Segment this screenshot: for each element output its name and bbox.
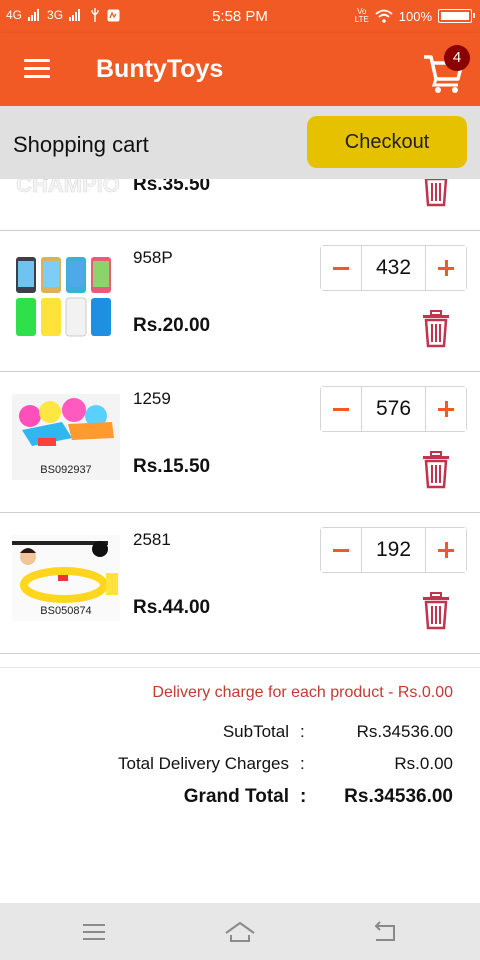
battery-icon — [438, 9, 475, 23]
product-image-label: BS050874 — [40, 605, 92, 617]
wifi-icon — [375, 9, 393, 23]
product-price: Rs.44.00 — [133, 597, 211, 618]
nav-home-button[interactable] — [222, 917, 258, 947]
colon: : — [300, 786, 307, 807]
product-name: 958P — [133, 248, 173, 267]
delete-button[interactable] — [418, 309, 454, 349]
colon: : — [300, 722, 305, 741]
delete-button[interactable] — [418, 179, 454, 208]
app-toolbar: BuntyToys 4 — [0, 33, 480, 106]
cart-button[interactable]: 4 — [418, 45, 474, 101]
quantity-stepper: 192 — [320, 527, 467, 573]
decrease-button[interactable] — [321, 387, 361, 431]
minus-icon — [333, 407, 349, 411]
cart-header: Shopping cart Checkout — [0, 106, 480, 179]
trash-icon — [424, 179, 448, 207]
subtotal-label: SubTotal — [222, 722, 289, 741]
cart-count-badge: 4 — [444, 45, 470, 71]
product-image — [12, 253, 120, 339]
delivery-charges-value: Rs.0.00 — [394, 754, 453, 773]
increase-button[interactable] — [426, 387, 466, 431]
home-icon — [225, 921, 255, 942]
plus-icon — [438, 542, 454, 558]
quantity-stepper: 576 — [320, 386, 467, 432]
nav-menu-button[interactable] — [76, 917, 112, 947]
status-bar: 4G 3G 5:58 PM Vo LTE 100% — [0, 0, 480, 33]
cart-item-list[interactable]: CHAMPIONS Rs.35.50 — [0, 179, 480, 659]
product-price: Rs.35.50 — [133, 179, 211, 195]
delivery-charges-label: Total Delivery Charges — [117, 754, 289, 773]
product-image: CHAMPIONS — [12, 179, 151, 198]
order-summary: Delivery charge for each product - Rs.0.… — [0, 667, 480, 852]
app-title: BuntyToys — [96, 55, 224, 83]
plus-icon — [438, 260, 454, 276]
colon: : — [300, 754, 305, 773]
delete-button[interactable] — [418, 450, 454, 490]
product-name: 1259 — [133, 389, 171, 408]
svg-text:CHAMPIONS: CHAMPIONS — [16, 179, 120, 197]
product-image-label: BS092937 — [40, 464, 92, 476]
product-name: 2581 — [133, 530, 171, 549]
cart-item: 958P Rs.20.00 432 — [0, 231, 480, 372]
grand-total-label: Grand Total — [183, 786, 289, 807]
quantity-value[interactable]: 192 — [361, 528, 426, 572]
grand-total-value: Rs.34536.00 — [344, 786, 453, 807]
product-price: Rs.20.00 — [133, 315, 211, 336]
product-image: BS050874 — [12, 535, 120, 621]
cart-item: BS050874 2581 Rs.44.00 192 — [0, 513, 480, 654]
cart-item: BS092937 1259 Rs.15.50 576 — [0, 372, 480, 513]
quantity-value[interactable]: 432 — [361, 246, 426, 290]
volte-label: Vo LTE — [354, 7, 369, 24]
menu-icon — [24, 59, 50, 78]
increase-button[interactable] — [426, 528, 466, 572]
nav-menu-icon — [83, 924, 105, 940]
nav-back-button[interactable] — [366, 917, 402, 947]
status-right: Vo LTE 100% — [354, 7, 475, 24]
checkout-button[interactable]: Checkout — [307, 116, 467, 168]
quantity-stepper: 432 — [320, 245, 467, 291]
increase-button[interactable] — [426, 246, 466, 290]
delivery-note: Delivery charge for each product - Rs.0.… — [152, 684, 453, 701]
product-price: Rs.15.50 — [133, 456, 211, 477]
decrease-button[interactable] — [321, 246, 361, 290]
trash-icon — [423, 310, 449, 348]
battery-label: 100% — [398, 8, 432, 24]
menu-button[interactable] — [24, 59, 50, 79]
quantity-value[interactable]: 576 — [361, 387, 426, 431]
plus-icon — [438, 401, 454, 417]
page-title: Shopping cart — [13, 132, 149, 157]
subtotal-value: Rs.34536.00 — [356, 722, 453, 741]
back-icon — [374, 921, 395, 941]
cart-item: CHAMPIONS Rs.35.50 — [0, 179, 480, 231]
minus-icon — [333, 548, 349, 552]
system-nav-bar — [0, 903, 480, 960]
trash-icon — [423, 592, 449, 630]
product-image: BS092937 — [12, 394, 120, 480]
minus-icon — [333, 266, 349, 270]
delete-button[interactable] — [418, 591, 454, 631]
decrease-button[interactable] — [321, 528, 361, 572]
trash-icon — [423, 451, 449, 489]
